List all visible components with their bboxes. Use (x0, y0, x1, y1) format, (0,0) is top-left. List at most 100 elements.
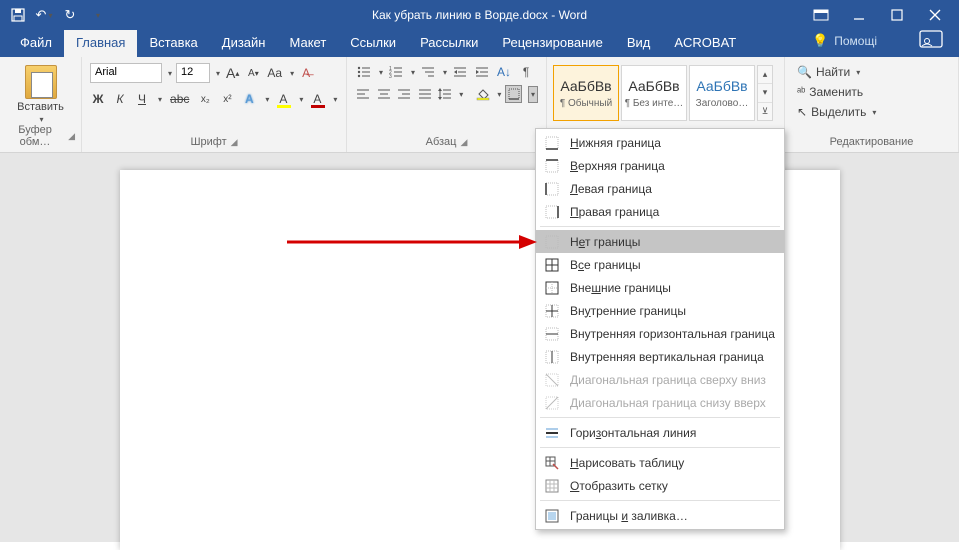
show-grid-icon (544, 478, 560, 494)
clear-formatting-button[interactable]: A̶ (298, 63, 314, 83)
justify-button[interactable] (416, 85, 432, 103)
border-right-item[interactable]: Правая граница (536, 200, 784, 223)
maximize-icon[interactable] (887, 5, 907, 25)
borders-shading-item[interactable]: Границы и заливка… (536, 504, 784, 527)
ribbon: Вставить ▾ Буфер обм…◢ Arial▾ 12▾ A▴ A▾ … (0, 57, 959, 153)
redo-icon[interactable]: ↻ (62, 7, 78, 23)
sort-button[interactable]: A↓ (495, 63, 513, 81)
align-left-button[interactable] (355, 85, 371, 103)
styles-down-icon[interactable]: ▾ (758, 84, 772, 102)
subscript-button[interactable]: x₂ (197, 89, 213, 109)
increase-indent-button[interactable] (473, 63, 491, 81)
font-launcher-icon[interactable]: ◢ (231, 137, 238, 148)
tab-insert[interactable]: Вставка (137, 29, 209, 57)
shading-button[interactable] (475, 85, 491, 103)
style-normal[interactable]: АаБбВв ¶ Обычный (553, 65, 619, 121)
paste-button[interactable]: Вставить ▾ (6, 61, 75, 124)
tab-view[interactable]: Вид (615, 29, 663, 57)
tab-review[interactable]: Рецензирование (490, 29, 614, 57)
font-name-combo[interactable]: Arial (90, 63, 162, 83)
border-inside-h-item[interactable]: Внутренняя горизонтальная граница (536, 322, 784, 345)
text-effects-button[interactable]: A (241, 89, 257, 109)
underline-button[interactable]: Ч (134, 89, 150, 109)
font-color-button[interactable]: A (309, 89, 325, 109)
draw-table-icon (544, 455, 560, 471)
replace-button[interactable]: ᵃᵇЗаменить (795, 83, 948, 101)
show-marks-button[interactable]: ¶ (517, 63, 535, 81)
draw-table-item[interactable]: Нарисовать таблицу (536, 451, 784, 474)
close-icon[interactable] (925, 5, 945, 25)
strikethrough-button[interactable]: abc (168, 89, 191, 109)
border-inside-item[interactable]: Внутренние границы (536, 299, 784, 322)
font-size-combo[interactable]: 12 (176, 63, 210, 83)
multilevel-list-button[interactable] (419, 63, 437, 81)
line-spacing-button[interactable] (437, 85, 453, 103)
border-left-item[interactable]: Левая граница (536, 177, 784, 200)
border-inside-v-item[interactable]: Внутренняя вертикальная граница (536, 345, 784, 368)
horizontal-line-item[interactable]: Горизонтальная линия (536, 421, 784, 444)
minimize-icon[interactable] (849, 5, 869, 25)
select-button[interactable]: ↖Выделить▾ (795, 103, 948, 121)
undo-icon[interactable]: ↶▾ (36, 7, 52, 23)
grow-font-button[interactable]: A▴ (224, 63, 241, 83)
bold-button[interactable]: Ж (90, 89, 106, 109)
border-all-item[interactable]: Все границы (536, 253, 784, 276)
qat-customize-icon[interactable]: ▾ (90, 7, 106, 23)
group-label-editing: Редактирование (830, 136, 914, 148)
tab-mailings[interactable]: Рассылки (408, 29, 490, 57)
paste-icon (25, 65, 57, 99)
group-paragraph: ▾ 123▾ ▾ A↓ ¶ ▾ ▾ ▾ Абзац◢ (347, 57, 547, 152)
superscript-button[interactable]: x² (219, 89, 235, 109)
decrease-indent-button[interactable] (451, 63, 469, 81)
show-grid-item[interactable]: Отобразить сетку (536, 474, 784, 497)
border-all-icon (544, 257, 560, 273)
window-controls (811, 5, 959, 25)
tell-me-text[interactable]: Помощі (834, 34, 877, 48)
style-heading1[interactable]: АаБбВв Заголово… (689, 65, 755, 121)
para-launcher-icon[interactable]: ◢ (460, 137, 467, 148)
style-no-spacing[interactable]: АаБбВв ¶ Без инте… (621, 65, 687, 121)
group-editing: 🔍Найти▾ ᵃᵇЗаменить ↖Выделить▾ Редактиров… (785, 57, 959, 152)
tab-file[interactable]: Файл (8, 29, 64, 57)
styles-more-icon[interactable]: ⊻ (758, 103, 772, 120)
align-center-button[interactable] (375, 85, 391, 103)
align-right-button[interactable] (396, 85, 412, 103)
find-button[interactable]: 🔍Найти▾ (795, 63, 948, 81)
ribbon-options-icon[interactable] (811, 5, 831, 25)
paste-label: Вставить (17, 101, 64, 113)
border-bottom-item[interactable]: Нижняя граница (536, 131, 784, 154)
shrink-font-button[interactable]: A▾ (245, 63, 261, 83)
tab-home[interactable]: Главная (64, 29, 137, 57)
border-right-icon (544, 204, 560, 220)
numbering-button[interactable]: 123 (387, 63, 405, 81)
save-icon[interactable] (10, 7, 26, 23)
border-inside-v-icon (544, 349, 560, 365)
select-icon: ↖ (797, 105, 807, 119)
share-icon[interactable] (919, 30, 943, 51)
ribbon-tabs: Файл Главная Вставка Дизайн Макет Ссылки… (0, 30, 959, 57)
change-case-button[interactable]: Aa (265, 63, 284, 83)
tab-design[interactable]: Дизайн (210, 29, 278, 57)
border-top-item[interactable]: Верхняя граница (536, 154, 784, 177)
borders-button[interactable] (505, 85, 522, 103)
highlight-button[interactable]: A (275, 89, 291, 109)
document-area (0, 153, 959, 542)
quick-access-toolbar: ↶▾ ↻ ▾ (0, 7, 106, 23)
border-none-item[interactable]: Нет границы (536, 230, 784, 253)
styles-gallery-scroll[interactable]: ▴ ▾ ⊻ (757, 65, 773, 121)
styles-up-icon[interactable]: ▴ (758, 66, 772, 84)
bullets-button[interactable] (355, 63, 373, 81)
clipboard-launcher-icon[interactable]: ◢ (68, 131, 75, 142)
italic-button[interactable]: К (112, 89, 128, 109)
borders-dropdown: Нижняя граница Верхняя граница Левая гра… (535, 128, 785, 530)
tab-layout[interactable]: Макет (277, 29, 338, 57)
border-diag-up-item: Диагональная граница снизу вверх (536, 391, 784, 414)
tab-references[interactable]: Ссылки (338, 29, 408, 57)
window-title: Как убрать линию в Ворде.docx - Word (372, 8, 587, 22)
group-clipboard: Вставить ▾ Буфер обм…◢ (0, 57, 82, 152)
group-label-font: Шрифт (190, 136, 226, 148)
tab-acrobat[interactable]: ACROBAT (662, 29, 748, 57)
tell-me-icon[interactable]: 💡 (812, 33, 828, 49)
border-outside-item[interactable]: Внешние границы (536, 276, 784, 299)
annotation-arrow (287, 227, 537, 260)
